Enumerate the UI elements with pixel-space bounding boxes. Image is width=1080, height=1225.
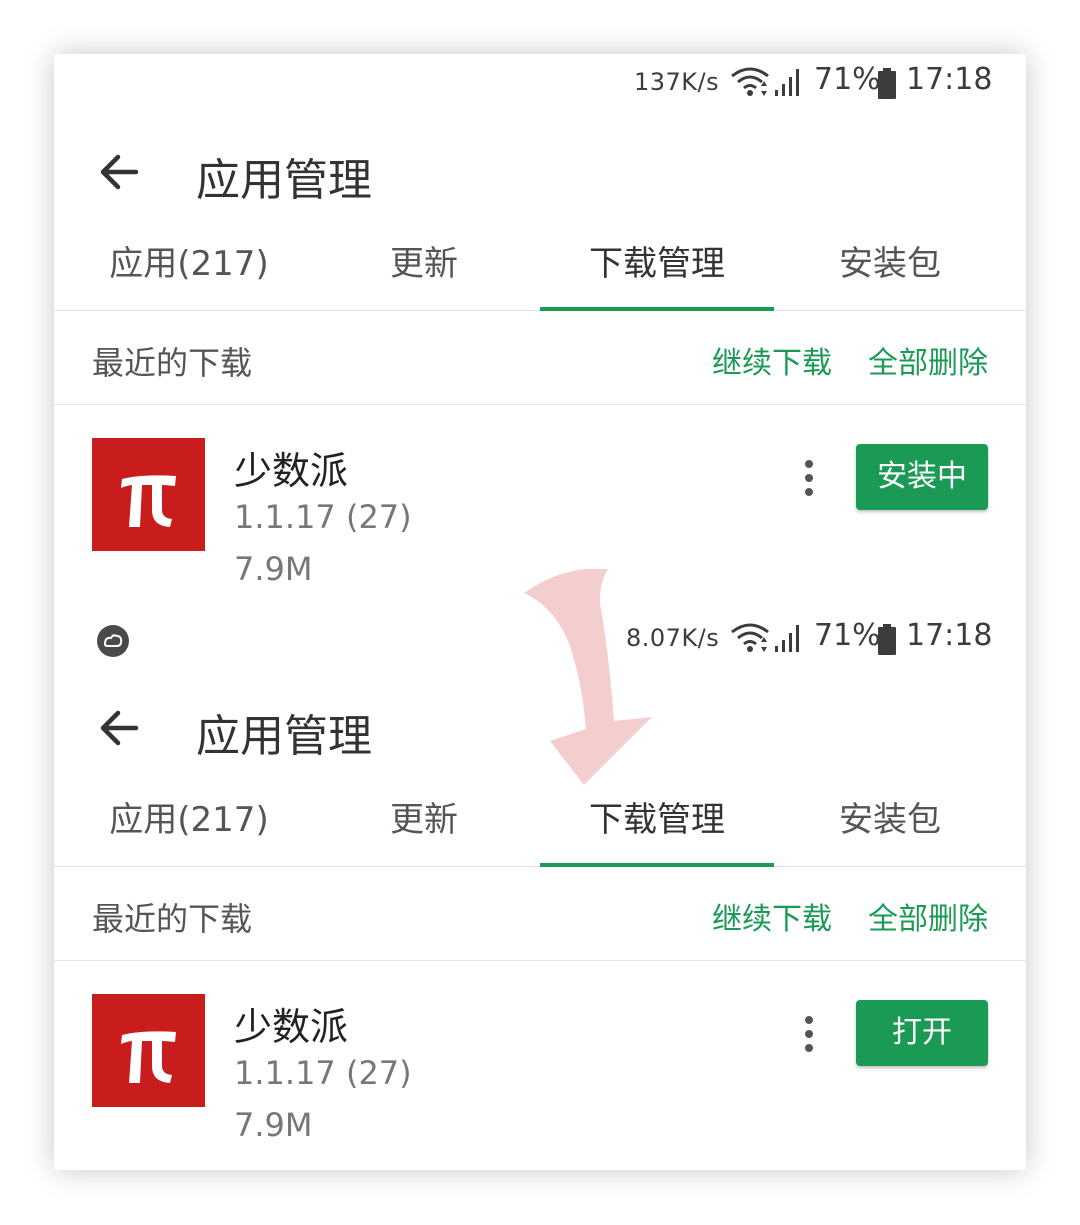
recent-downloads-header: 最近的下载 继续下载 全部删除 — [54, 310, 1026, 405]
installing-button[interactable]: 安装中 — [856, 444, 988, 510]
tab-bar: 应用(217) 更新 下载管理 安装包 — [54, 224, 1026, 311]
status-time: 17:18 — [906, 618, 993, 653]
wifi-icon — [730, 66, 770, 102]
app-size: 7.9M — [234, 550, 313, 588]
wifi-icon — [730, 622, 770, 658]
more-vertical-icon[interactable] — [792, 456, 826, 500]
download-item[interactable]: 少数派 1.1.17 (27) 7.9M 打开 — [54, 960, 1026, 1160]
delete-all-button[interactable]: 全部删除 — [868, 894, 988, 938]
status-bar: 137K/s 71% 17:18 — [54, 62, 1026, 106]
more-vertical-icon[interactable] — [792, 1012, 826, 1056]
tab-packages[interactable]: 安装包 — [794, 780, 986, 866]
app-bar: 应用管理 — [54, 134, 1026, 214]
app-version: 1.1.17 (27) — [234, 498, 412, 536]
tab-downloads[interactable]: 下载管理 — [540, 224, 774, 310]
tab-updates[interactable]: 更新 — [324, 780, 524, 866]
screenshot-card: 137K/s 71% 17:18 应用管理 应用(217) 更新 下载管理 安装… — [54, 54, 1026, 1170]
curved-arrow-down-icon — [524, 568, 714, 803]
battery-percent: 71% — [814, 62, 881, 97]
pi-logo-icon — [92, 438, 205, 551]
page-title: 应用管理 — [196, 711, 372, 762]
delete-all-button[interactable]: 全部删除 — [868, 338, 988, 382]
section-heading: 最近的下载 — [92, 344, 253, 382]
battery-icon — [877, 624, 897, 660]
screen-before: 137K/s 71% 17:18 应用管理 应用(217) 更新 下载管理 安装… — [54, 54, 1026, 610]
tab-updates[interactable]: 更新 — [324, 224, 524, 310]
back-arrow-icon[interactable] — [96, 148, 144, 196]
status-time: 17:18 — [906, 62, 993, 97]
open-button[interactable]: 打开 — [856, 1000, 988, 1066]
back-arrow-icon[interactable] — [96, 704, 144, 752]
tab-apps[interactable]: 应用(217) — [54, 224, 324, 310]
cloud-sync-icon — [96, 624, 130, 662]
section-heading: 最近的下载 — [92, 900, 253, 938]
signal-bars-icon — [774, 622, 804, 658]
battery-icon — [877, 68, 897, 104]
app-name: 少数派 — [234, 1005, 349, 1049]
battery-percent: 71% — [814, 618, 881, 653]
recent-downloads-header: 最近的下载 继续下载 全部删除 — [54, 866, 1026, 961]
app-size: 7.9M — [234, 1106, 313, 1144]
pi-logo-icon — [92, 994, 205, 1107]
signal-bars-icon — [774, 66, 804, 102]
app-version: 1.1.17 (27) — [234, 1054, 412, 1092]
resume-downloads-button[interactable]: 继续下载 — [712, 338, 832, 382]
network-speed: 137K/s — [634, 68, 720, 96]
page-title: 应用管理 — [196, 155, 372, 206]
tab-apps[interactable]: 应用(217) — [54, 780, 324, 866]
tab-packages[interactable]: 安装包 — [794, 224, 986, 310]
app-name: 少数派 — [234, 449, 349, 493]
resume-downloads-button[interactable]: 继续下载 — [712, 894, 832, 938]
